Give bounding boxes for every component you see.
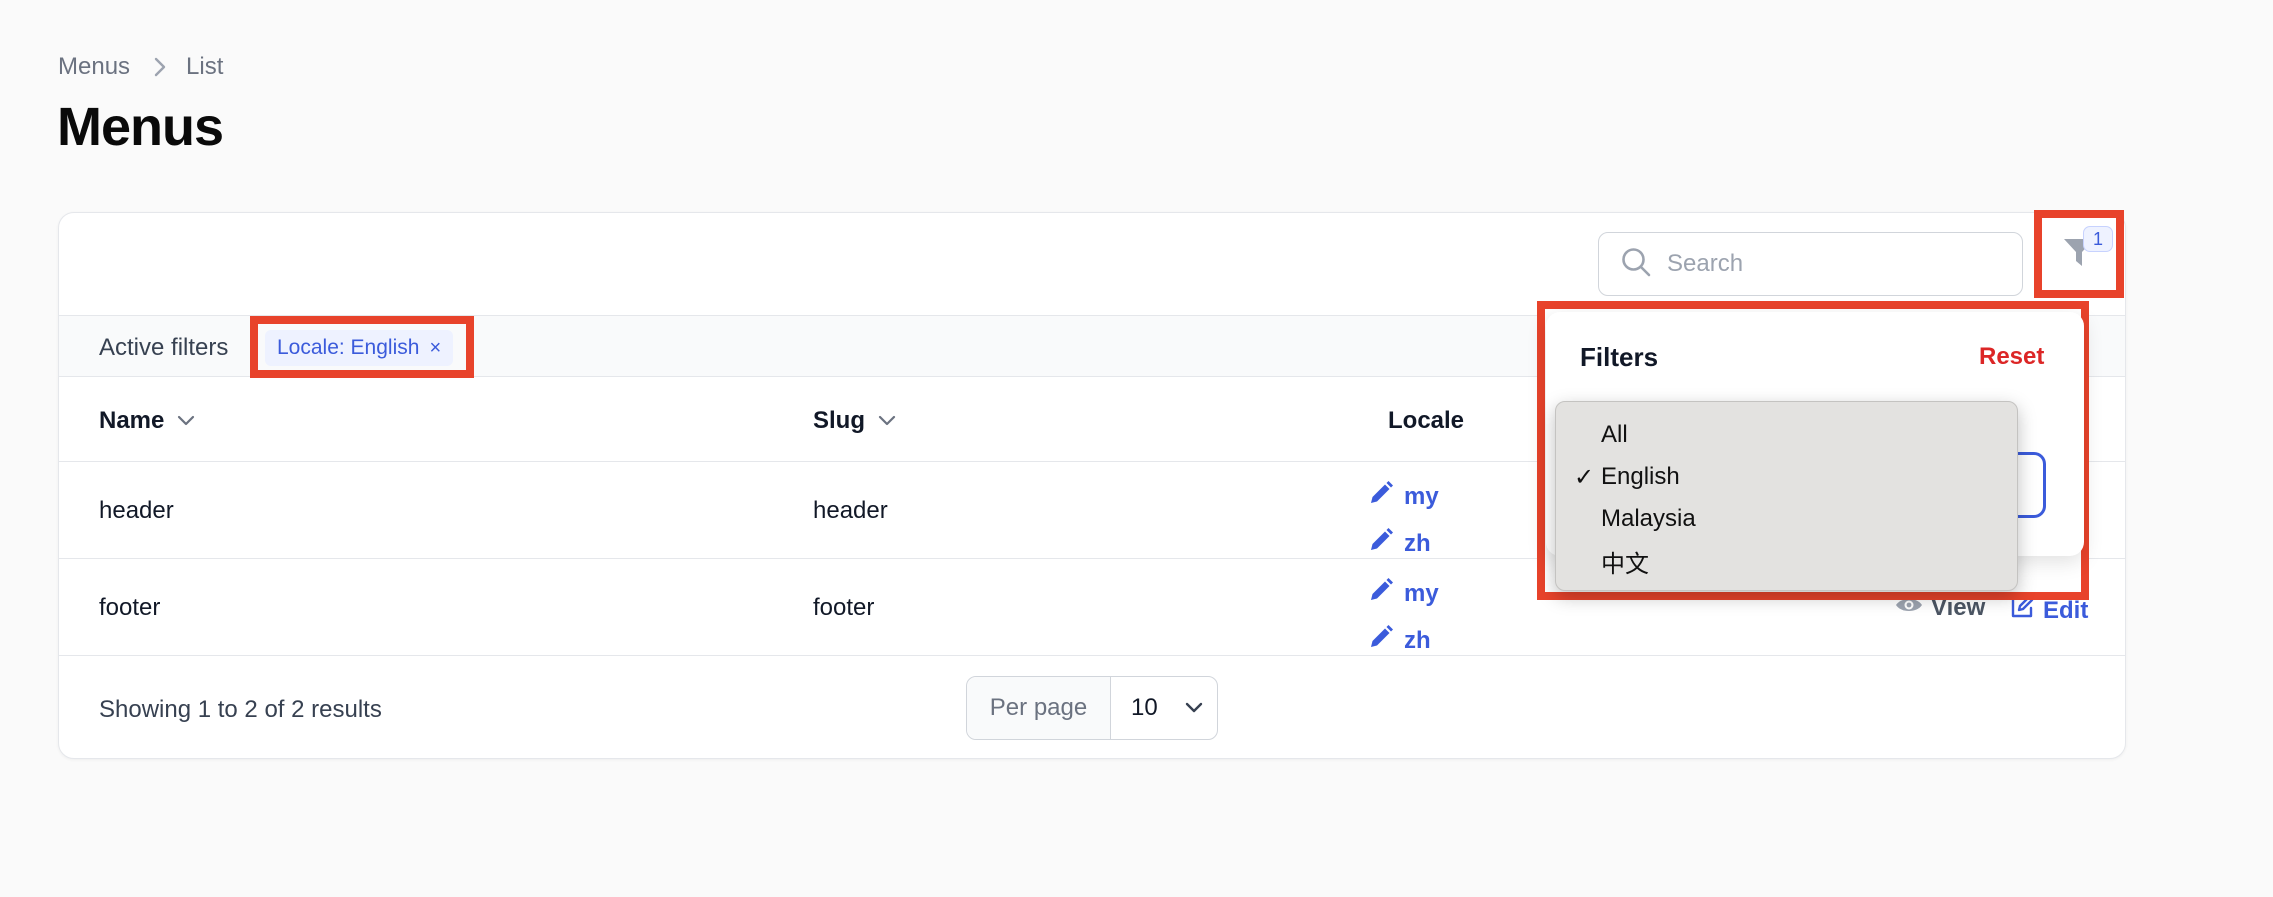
locale-link-zh[interactable]: zh [1368,527,1431,560]
remove-filter-icon[interactable]: × [429,338,441,358]
column-header-slug[interactable]: Slug [813,407,897,435]
table-cell-name: header [99,497,174,524]
chevron-down-icon [1184,694,1204,722]
locale-option-all[interactable]: All [1556,414,2017,456]
search-box[interactable] [1598,232,2023,296]
breadcrumb: Menus List [58,53,223,81]
filter-button[interactable] [2034,210,2124,298]
locale-link-label: zh [1404,626,1431,654]
divider [59,655,2125,656]
per-page-select[interactable]: Per page 10 [966,676,1218,740]
column-header-locale: Locale [1388,407,1464,435]
locale-link-label: my [1404,482,1439,510]
table-cell-name: footer [99,594,161,621]
chevron-right-icon [152,56,168,78]
pencil-icon [1368,527,1394,560]
locale-option-chinese[interactable]: 中文 [1556,540,2017,582]
chevron-down-icon [877,407,897,435]
filter-chip-label: Locale: English [277,336,420,359]
breadcrumb-item-menus[interactable]: Menus [58,53,130,81]
edit-action-label: Edit [2043,596,2089,624]
per-page-value-wrap: 10 [1111,694,1204,722]
search-icon [1621,247,1651,282]
page-title: Menus [57,97,224,157]
active-filters-label: Active filters [99,334,229,361]
locale-link-label: my [1404,579,1439,607]
locale-link-my[interactable]: my [1368,577,1439,610]
chevron-down-icon [176,407,196,435]
locale-dropdown-list: All ✓ English Malaysia 中文 [1555,401,2018,591]
per-page-value: 10 [1131,694,1158,721]
locale-option-label: English [1601,463,1680,490]
column-header-label: Slug [813,407,865,434]
locale-option-english[interactable]: ✓ English [1556,456,2017,498]
locale-option-label: All [1601,421,1628,448]
locale-option-label: 中文 [1601,550,1649,578]
locale-link-my[interactable]: my [1368,480,1439,513]
per-page-label: Per page [967,677,1111,739]
locale-option-malaysia[interactable]: Malaysia [1556,498,2017,540]
pencil-icon [1368,480,1394,513]
breadcrumb-item-list: List [186,53,224,80]
filter-chip-locale: Locale: English × [265,330,454,366]
table-cell-slug: header [813,497,888,524]
locale-option-label: Malaysia [1601,505,1696,532]
reset-filters-button[interactable]: Reset [1979,343,2044,371]
search-input[interactable] [1665,249,1995,279]
pagination-summary: Showing 1 to 2 of 2 results [99,696,382,723]
pencil-icon [1368,624,1394,657]
locale-link-zh[interactable]: zh [1368,624,1431,657]
checkmark-icon: ✓ [1574,463,1595,491]
filter-count-badge: 1 [2083,226,2113,252]
locale-link-label: zh [1404,529,1431,557]
column-header-label: Locale [1388,407,1465,434]
column-header-label: Name [99,407,165,434]
pencil-icon [1368,577,1394,610]
table-cell-slug: footer [813,594,875,621]
column-header-name[interactable]: Name [99,407,196,435]
filters-panel-title: Filters [1580,342,1659,372]
